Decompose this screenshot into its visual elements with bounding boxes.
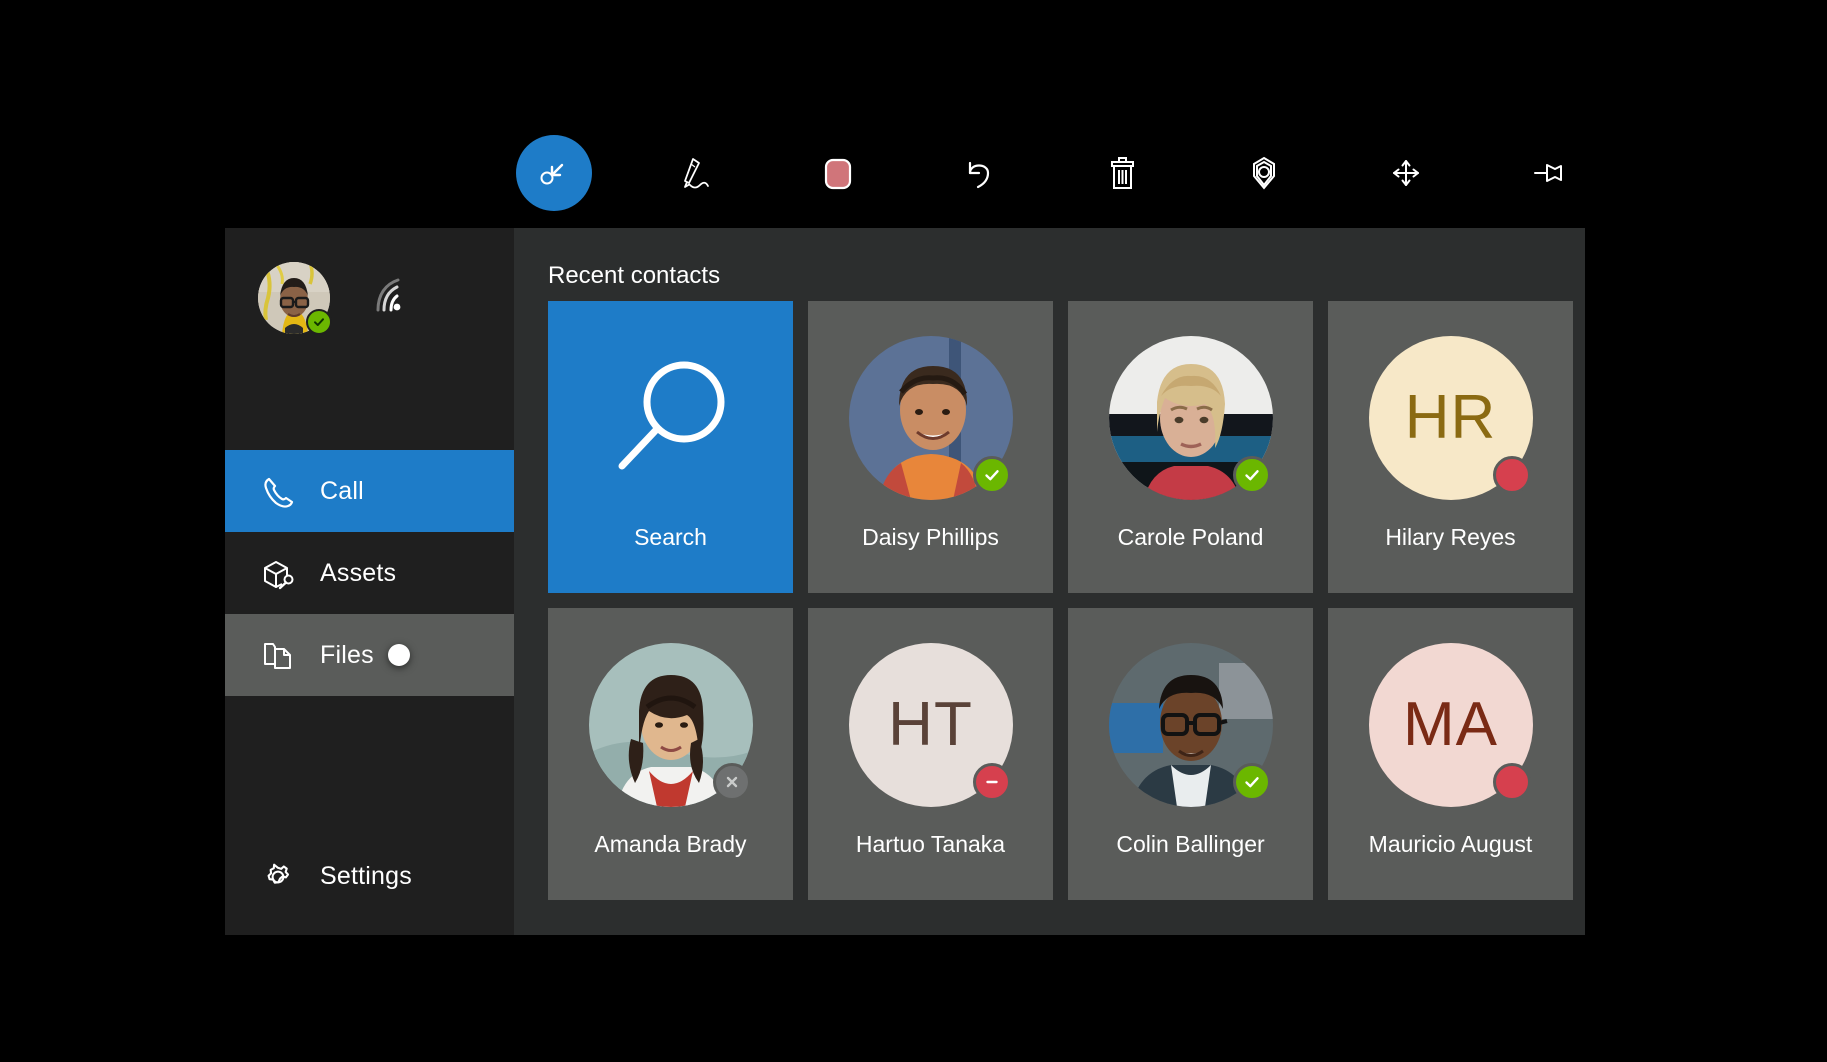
contact-name: Daisy Phillips — [862, 524, 999, 551]
contact-card[interactable]: HT Hartuo Tanaka — [808, 608, 1053, 900]
check-icon — [312, 315, 326, 329]
page-title: Recent contacts — [514, 228, 1585, 301]
contact-name: Amanda Brady — [594, 831, 746, 858]
trash-can-icon — [1100, 151, 1144, 195]
minus-icon — [982, 772, 1002, 792]
move-tool-button[interactable] — [1368, 135, 1444, 211]
contact-avatar-wrap: HR — [1369, 336, 1533, 500]
profile-header[interactable] — [225, 228, 514, 368]
undo-arrow-icon — [958, 151, 1002, 195]
contact-initials: HR — [1405, 382, 1497, 453]
floating-toolbar — [516, 128, 1586, 218]
delete-tool-button[interactable] — [1084, 135, 1160, 211]
status-badge — [1493, 456, 1531, 494]
contact-name: Hilary Reyes — [1385, 524, 1515, 551]
contact-name: Colin Ballinger — [1116, 831, 1264, 858]
contact-card[interactable]: HR Hilary Reyes — [1328, 301, 1573, 593]
main-panel: Recent contacts Search — [514, 228, 1585, 935]
pushpin-icon — [1525, 153, 1571, 193]
box-wrench-icon — [258, 556, 298, 590]
status-badge — [713, 763, 751, 801]
magnifier-icon — [589, 336, 753, 500]
sidebar-item-label: Settings — [320, 862, 412, 891]
status-badge — [1233, 456, 1271, 494]
contact-initials: HT — [888, 689, 973, 760]
status-badge — [973, 763, 1011, 801]
app-root: Call Assets — [0, 0, 1827, 1062]
location-marker-icon — [1241, 150, 1287, 196]
sidebar-spacer-bottom — [225, 696, 514, 796]
mouse-cursor-dot — [388, 644, 410, 666]
sidebar-item-label: Files — [320, 641, 374, 670]
status-badge — [306, 309, 332, 335]
search-tile[interactable]: Search — [548, 301, 793, 593]
contact-name: Carole Poland — [1118, 524, 1264, 551]
search-icon-wrap — [589, 336, 753, 500]
move-arrows-icon — [1384, 151, 1428, 195]
sidebar-item-label: Call — [320, 477, 364, 506]
status-badge — [1493, 763, 1531, 801]
contact-avatar-wrap — [1109, 336, 1273, 500]
contact-name: Hartuo Tanaka — [856, 831, 1005, 858]
undo-tool-button[interactable] — [942, 135, 1018, 211]
contact-card[interactable]: Carole Poland — [1068, 301, 1313, 593]
select-tool-button[interactable] — [516, 135, 592, 211]
contact-avatar-wrap: HT — [849, 643, 1013, 807]
status-badge — [1233, 763, 1271, 801]
check-icon — [982, 465, 1002, 485]
check-icon — [1242, 772, 1262, 792]
files-folder-icon — [258, 638, 298, 672]
sidebar-item-label: Assets — [320, 559, 396, 588]
status-badge — [973, 456, 1011, 494]
search-tile-label: Search — [634, 524, 707, 551]
contacts-grid: Search — [514, 301, 1585, 900]
phone-icon — [258, 474, 298, 508]
pin-tool-button[interactable] — [1510, 135, 1586, 211]
sidebar-spacer-top — [225, 368, 514, 450]
ink-tool-button[interactable] — [658, 135, 734, 211]
contact-avatar-wrap — [849, 336, 1013, 500]
contact-avatar-wrap: MA — [1369, 643, 1533, 807]
contact-card[interactable]: Amanda Brady — [548, 608, 793, 900]
sidebar-item-files[interactable]: Files — [225, 614, 514, 696]
contact-card[interactable]: MA Mauricio August — [1328, 608, 1573, 900]
contact-avatar-wrap — [1109, 643, 1273, 807]
contact-avatar-wrap — [589, 643, 753, 807]
sidebar-item-settings[interactable]: Settings — [225, 835, 514, 917]
gear-icon — [258, 858, 298, 894]
wifi-signal-icon — [370, 276, 414, 321]
pin-location-tool-button[interactable] — [1226, 135, 1302, 211]
pen-ink-icon — [674, 151, 718, 195]
contact-card[interactable]: Colin Ballinger — [1068, 608, 1313, 900]
contact-initials: MA — [1403, 689, 1498, 760]
sidebar-item-call[interactable]: Call — [225, 450, 514, 532]
app-window: Call Assets — [225, 228, 1585, 935]
cursor-select-icon — [534, 153, 574, 193]
close-icon — [722, 772, 742, 792]
contact-card[interactable]: Daisy Phillips — [808, 301, 1053, 593]
sidebar: Call Assets — [225, 228, 514, 935]
contact-name: Mauricio August — [1369, 831, 1533, 858]
red-square-icon — [821, 153, 855, 193]
color-swatch-button[interactable] — [800, 135, 876, 211]
sidebar-item-assets[interactable]: Assets — [225, 532, 514, 614]
check-icon — [1242, 465, 1262, 485]
avatar[interactable] — [258, 262, 330, 334]
